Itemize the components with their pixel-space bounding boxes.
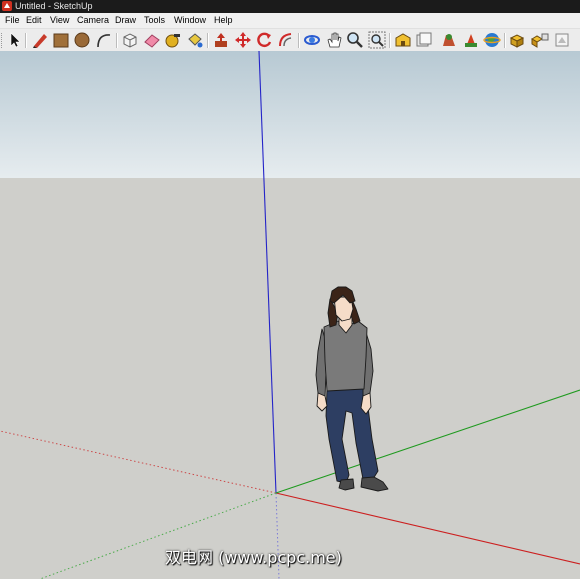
rotate-tool-button[interactable] — [255, 31, 273, 49]
line-tool-button[interactable] — [31, 31, 49, 49]
menu-view[interactable]: View — [48, 13, 71, 28]
toggle-terrain-tool-button[interactable] — [483, 31, 501, 49]
toolbar-separator — [207, 33, 209, 48]
ground — [0, 178, 580, 579]
layout-icon — [555, 33, 569, 47]
main-toolbar — [0, 29, 580, 52]
component-icon — [123, 33, 137, 48]
add-location-tool-button[interactable] — [462, 31, 480, 49]
toolbar-separator — [389, 33, 391, 48]
pan-tool-button[interactable] — [325, 31, 343, 49]
send-to-layout-tool-button[interactable] — [553, 31, 571, 49]
menu-bar: File Edit View Camera Draw Tools Window … — [0, 13, 580, 29]
zoom-extents-tool-button[interactable] — [368, 31, 386, 49]
offset-tool-button[interactable] — [277, 31, 295, 49]
menu-camera[interactable]: Camera — [75, 13, 111, 28]
magnifier-icon — [347, 32, 363, 48]
pencil-icon — [33, 34, 47, 48]
eraser-tool-button[interactable] — [143, 31, 161, 49]
make-component-tool-button[interactable] — [121, 31, 139, 49]
circle-icon — [74, 32, 90, 48]
toolbar-separator — [298, 33, 300, 48]
orbit-tool-button[interactable] — [303, 31, 321, 49]
toolbar-grip[interactable] — [1, 33, 4, 48]
menu-draw[interactable]: Draw — [113, 13, 138, 28]
menu-tools[interactable]: Tools — [142, 13, 167, 28]
zoom-extents-icon — [368, 31, 386, 49]
share-model-tool-button[interactable] — [415, 31, 433, 49]
location-icon — [465, 34, 477, 47]
globe-icon — [483, 33, 501, 47]
sketchup-logo-icon — [2, 1, 12, 11]
rotate-icon — [257, 32, 272, 48]
menu-file[interactable]: File — [3, 13, 22, 28]
extension-warehouse-tool-button[interactable] — [509, 31, 527, 49]
extension-icon — [509, 34, 525, 48]
menu-edit[interactable]: Edit — [24, 13, 44, 28]
paint-bucket-tool-button[interactable] — [186, 31, 204, 49]
move-tool-button[interactable] — [234, 31, 252, 49]
photo-texture-icon — [443, 34, 455, 46]
arrow-cursor-icon — [10, 32, 21, 48]
zoom-tool-button[interactable] — [346, 31, 364, 49]
watermark: 双电网 (www.pcpc.me) — [165, 548, 342, 567]
component-options-tool-button[interactable] — [531, 31, 549, 49]
offset-icon — [279, 33, 292, 47]
hand-icon — [327, 32, 342, 48]
tape-measure-tool-button[interactable] — [164, 31, 182, 49]
title-bar: Untitled - SketchUp — [0, 0, 580, 13]
circle-tool-button[interactable] — [73, 31, 91, 49]
paint-bucket-icon — [188, 33, 203, 48]
rectangle-tool-button[interactable] — [52, 31, 70, 49]
window-title: Untitled - SketchUp — [15, 1, 93, 11]
toolbar-separator — [116, 33, 118, 48]
eraser-icon — [144, 34, 160, 48]
scene-canvas — [0, 51, 580, 579]
select-tool-button[interactable] — [6, 31, 24, 49]
toolbar-separator — [25, 33, 27, 48]
toolbar-separator — [504, 33, 506, 48]
menu-help[interactable]: Help — [212, 13, 235, 28]
push-pull-tool-button[interactable] — [212, 31, 230, 49]
get-photo-texture-tool-button[interactable] — [440, 31, 458, 49]
arc-icon — [97, 34, 111, 48]
boxes-icon — [531, 33, 549, 48]
get-models-tool-button[interactable] — [394, 31, 412, 49]
push-pull-icon — [215, 33, 227, 47]
modeling-viewport[interactable] — [0, 51, 580, 579]
rectangle-icon — [53, 33, 69, 48]
tape-measure-icon — [165, 34, 180, 48]
arc-tool-button[interactable] — [95, 31, 113, 49]
move-icon — [235, 32, 251, 48]
share-icon — [416, 32, 432, 47]
warehouse-icon — [395, 33, 411, 47]
orbit-icon — [304, 35, 320, 45]
sky — [0, 51, 580, 178]
menu-window[interactable]: Window — [172, 13, 208, 28]
